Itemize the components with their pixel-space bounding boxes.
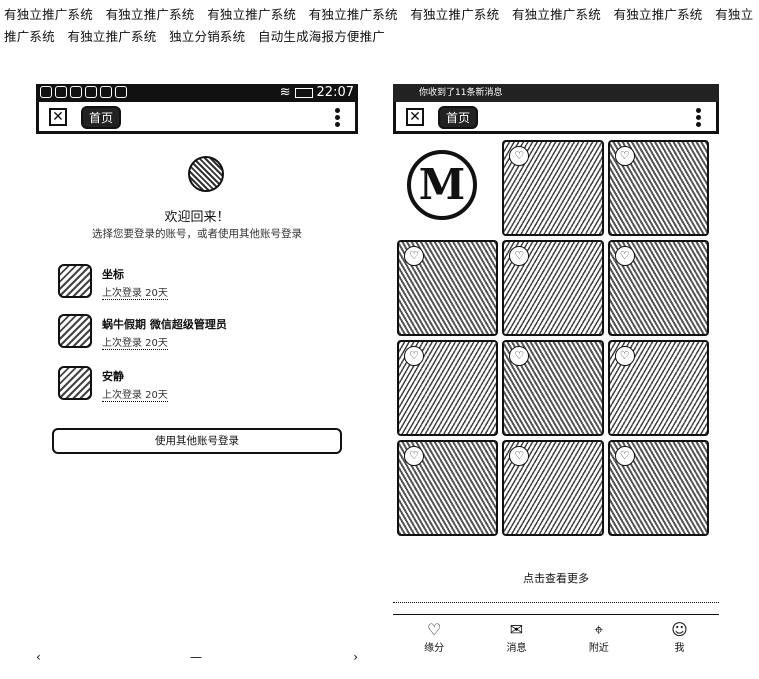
heart-icon[interactable]: ♡ [509, 146, 530, 166]
photo-card[interactable]: ♡ [397, 340, 499, 436]
notification-icons [40, 86, 127, 98]
heart-icon[interactable]: ♡ [404, 446, 424, 466]
logo-letter: M [407, 150, 477, 220]
tab-label: 附近 [588, 643, 609, 654]
account-avatar [58, 314, 92, 348]
close-icon[interactable]: ✕ [49, 108, 67, 126]
status-time: 22:07 [316, 85, 354, 100]
system-nav-bar: ‹ — › [36, 650, 358, 664]
account-meta: 上次登录 20天 [102, 284, 168, 300]
heart-icon[interactable]: ♡ [614, 146, 635, 166]
right-phone-screenshot: 你收到了11条新消息 ✕ 首页 M ♡ ♡ ♡ ♡ ♡ ♡ ♡ ♡ ♡ ♡ ♡ … [393, 84, 719, 674]
welcome-title: 欢迎回来！ [164, 210, 230, 225]
back-icon[interactable]: ‹ [36, 650, 41, 664]
photo-grid: M ♡ ♡ ♡ ♡ ♡ ♡ ♡ ♡ ♡ ♡ ♡ [397, 140, 709, 536]
account-meta: 上次登录 20天 [102, 386, 168, 402]
photo-card[interactable]: ♡ [502, 340, 604, 436]
heart-icon[interactable]: ♡ [614, 346, 635, 366]
heart-icon[interactable]: ♡ [614, 246, 635, 266]
left-phone-screenshot: ≋ 22:07 ✕ 首页 欢迎回来！ 选择您要登录的账号，或者使用其他账号登录 坐… [36, 84, 358, 674]
heart-icon[interactable]: ♡ [404, 346, 424, 366]
more-menu-icon[interactable] [335, 108, 341, 128]
photo-card[interactable]: ♡ [502, 240, 604, 336]
photo-card[interactable]: ♡ [607, 440, 709, 536]
photo-card[interactable]: ♡ [607, 140, 709, 236]
status-bar: ≋ 22:07 [36, 84, 358, 102]
account-name: 坐标 [102, 268, 124, 281]
photo-card[interactable]: ♡ [607, 240, 709, 336]
home-icon[interactable]: — [190, 650, 202, 664]
photo-card[interactable]: ♡ [397, 240, 499, 336]
account-name: 安静 [102, 370, 124, 383]
photo-card[interactable]: ♡ [607, 340, 709, 436]
other-account-login-button[interactable]: 使用其他账号登录 [52, 428, 342, 454]
tab-me[interactable]: ☺ 我 [671, 615, 688, 655]
load-more-link[interactable]: 点击查看更多 [393, 570, 719, 603]
avatar [188, 156, 224, 192]
account-avatar [58, 366, 92, 400]
account-avatar [58, 264, 92, 298]
photo-card[interactable]: ♡ [502, 440, 604, 536]
brand-logo: M [397, 140, 499, 236]
heart-icon[interactable]: ♡ [614, 446, 635, 466]
account-item[interactable]: 安静 上次登录 20天 [58, 366, 338, 406]
account-name: 蜗牛假期 微信超级管理员 [102, 318, 227, 331]
tab-label: 缘分 [424, 643, 445, 654]
welcome-subtitle: 选择您要登录的账号，或者使用其他账号登录 [92, 228, 302, 240]
recent-apps-icon[interactable]: › [353, 650, 358, 664]
more-menu-icon[interactable] [696, 108, 702, 128]
heart-icon: ♡ [426, 620, 442, 639]
wifi-icon: ≋ [279, 85, 291, 100]
tab-label: 消息 [506, 643, 527, 654]
location-icon: ⌖ [594, 620, 604, 639]
tab-label: 我 [674, 643, 685, 654]
account-item[interactable]: 蜗牛假期 微信超级管理员 上次登录 20天 [58, 314, 338, 354]
account-item[interactable]: 坐标 上次登录 20天 [58, 264, 338, 304]
person-icon: ☺ [671, 620, 688, 639]
page-title: 首页 [438, 106, 479, 129]
tab-yuanfen[interactable]: ♡ 缘分 [424, 615, 444, 655]
heart-icon[interactable]: ♡ [509, 346, 530, 366]
header-text: 有独立推广系统 有独立推广系统 有独立推广系统 有独立推广系统 有独立推广系统 … [4, 7, 754, 44]
close-icon[interactable]: ✕ [406, 108, 424, 126]
tab-messages[interactable]: ✉ 消息 [506, 615, 526, 655]
status-bar: 你收到了11条新消息 [393, 84, 719, 102]
heart-icon[interactable]: ♡ [509, 246, 530, 266]
title-bar: ✕ 首页 [36, 102, 358, 134]
mail-icon: ✉ [509, 620, 524, 639]
account-meta: 上次登录 20天 [102, 334, 168, 350]
bottom-tab-bar: ♡ 缘分 ✉ 消息 ⌖ 附近 ☺ 我 [393, 614, 719, 655]
photo-card[interactable]: ♡ [397, 440, 499, 536]
heart-icon[interactable]: ♡ [509, 446, 530, 466]
title-bar: ✕ 首页 [393, 102, 719, 134]
page-title: 首页 [81, 106, 122, 129]
heart-icon[interactable]: ♡ [404, 246, 424, 266]
tab-nearby[interactable]: ⌖ 附近 [589, 615, 609, 655]
photo-card[interactable]: ♡ [502, 140, 604, 236]
battery-icon [294, 87, 313, 98]
